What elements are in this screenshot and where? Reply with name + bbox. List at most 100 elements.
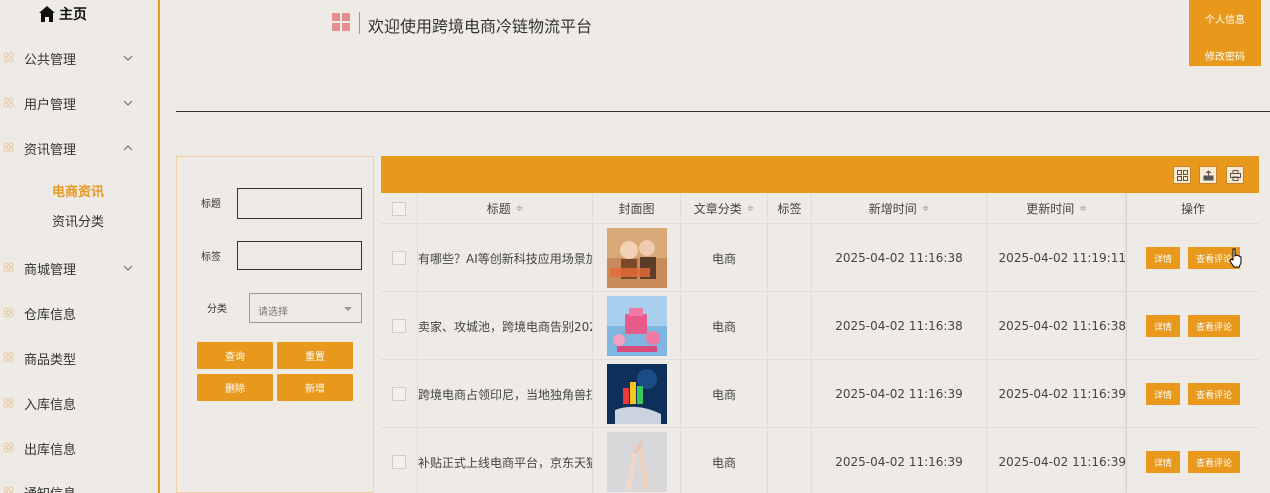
sidebar-item-label: 商城管理 bbox=[24, 262, 77, 278]
title-filter-label: 标题 bbox=[201, 199, 221, 210]
cover-cell bbox=[593, 224, 681, 292]
add-button[interactable]: 新增 bbox=[277, 374, 353, 401]
tag-cell bbox=[768, 292, 812, 360]
column-header-label: 操作 bbox=[1180, 201, 1205, 216]
sidebar-item-label: 用户管理 bbox=[24, 97, 77, 113]
row-checkbox[interactable] bbox=[392, 251, 406, 265]
column-header-cover: 封面图 bbox=[593, 193, 681, 224]
column-header-label: 更新时间 bbox=[1026, 202, 1075, 216]
row-checkbox[interactable] bbox=[392, 455, 406, 469]
cover-image[interactable] bbox=[606, 228, 667, 288]
tag-filter-input[interactable] bbox=[237, 241, 362, 270]
cover-cell bbox=[593, 360, 681, 428]
updated-time-cell: 2025-04-02 11:16:39 bbox=[987, 428, 1127, 493]
select-all-checkbox[interactable] bbox=[392, 201, 406, 216]
export-button[interactable] bbox=[1199, 166, 1217, 184]
cover-image[interactable] bbox=[606, 364, 667, 424]
print-button[interactable] bbox=[1226, 166, 1244, 184]
category-select[interactable]: 请选择 bbox=[249, 293, 362, 323]
cover-image[interactable] bbox=[606, 296, 667, 356]
reset-button[interactable]: 重置 bbox=[277, 342, 353, 369]
detail-button[interactable]: 详情 bbox=[1146, 315, 1180, 337]
title-cell: 有哪些？AI等创新科技应用场景加速 bbox=[418, 224, 593, 292]
sidebar-item-inbound[interactable]: 入库信息 bbox=[0, 391, 158, 415]
category-cell: 电商 bbox=[681, 360, 768, 428]
row-checkbox[interactable] bbox=[392, 319, 406, 333]
grid-icon bbox=[3, 142, 14, 153]
row-select-cell bbox=[381, 360, 418, 428]
grid-icon bbox=[3, 442, 14, 453]
user-menu: 个人信息 修改密码 bbox=[1189, 0, 1261, 66]
updated-time-cell: 2025-04-02 11:16:38 bbox=[987, 292, 1127, 360]
column-header-updated[interactable]: 更新时间 ≑ bbox=[987, 193, 1127, 224]
column-header-label: 文章分类 bbox=[693, 202, 742, 216]
sort-icon: ≑ bbox=[515, 203, 524, 214]
column-header-category[interactable]: 文章分类 ≑ bbox=[681, 193, 768, 224]
category-select-placeholder: 请选择 bbox=[258, 307, 288, 318]
title-cell: 跨境电商占领印尼，当地独角兽扛不住 bbox=[418, 360, 593, 428]
tag-filter-label: 标签 bbox=[201, 252, 221, 263]
sidebar-subitem-ecommerce-news[interactable]: 电商资讯 bbox=[52, 181, 104, 200]
sidebar-item-label: 通知信息 bbox=[24, 483, 76, 493]
category-cell: 电商 bbox=[681, 292, 768, 360]
grid-icon bbox=[3, 262, 14, 273]
query-button[interactable]: 查询 bbox=[197, 342, 273, 369]
page-title: 欢迎使用跨境电商冷链物流平台 bbox=[368, 17, 593, 36]
sidebar-item-warehouse[interactable]: 仓库信息 bbox=[0, 301, 158, 325]
change-password-button[interactable]: 修改密码 bbox=[1189, 48, 1261, 63]
home-link[interactable]: 主页 bbox=[38, 2, 87, 26]
delete-button[interactable]: 删除 bbox=[197, 374, 273, 401]
cover-cell bbox=[593, 292, 681, 360]
profile-button[interactable]: 个人信息 bbox=[1189, 11, 1261, 26]
operations-column: 操作 详情 查看评论 详情 查看评论 详情 查看评论 详情 查看评论 bbox=[1127, 193, 1259, 493]
view-comments-button[interactable]: 查看评论 bbox=[1188, 383, 1240, 405]
title-filter-input[interactable] bbox=[237, 188, 362, 219]
created-time-cell: 2025-04-02 11:16:39 bbox=[812, 428, 987, 493]
created-time-cell: 2025-04-02 11:16:39 bbox=[812, 360, 987, 428]
operations-cell: 详情 查看评论 bbox=[1127, 428, 1259, 493]
sort-icon: ≑ bbox=[746, 203, 755, 214]
row-checkbox[interactable] bbox=[392, 387, 406, 401]
sidebar-subitem-news-category[interactable]: 资讯分类 bbox=[52, 211, 104, 230]
detail-button[interactable]: 详情 bbox=[1146, 247, 1180, 269]
header-divider bbox=[359, 12, 360, 34]
sidebar-item-users[interactable]: 用户管理 bbox=[0, 91, 158, 115]
column-header-operations: 操作 bbox=[1127, 193, 1259, 224]
column-header-title[interactable]: 标题 ≑ bbox=[418, 193, 593, 224]
cover-image[interactable] bbox=[606, 432, 667, 492]
sidebar-item-public[interactable]: 公共管理 bbox=[0, 46, 158, 70]
hand-cursor-icon bbox=[1229, 248, 1242, 268]
sidebar-item-label: 公共管理 bbox=[24, 52, 77, 68]
sidebar-item-news[interactable]: 资讯管理 bbox=[0, 136, 158, 160]
grid-icon bbox=[3, 307, 14, 318]
detail-button[interactable]: 详情 bbox=[1146, 383, 1180, 405]
grid-icon bbox=[3, 52, 14, 63]
chevron-up-icon bbox=[123, 145, 133, 151]
print-icon bbox=[1229, 169, 1241, 181]
grid-icon bbox=[3, 397, 14, 408]
news-table: 标题 ≑ 封面图 文章分类 ≑ 标签 新增时间 ≑ 更新时间 ≑ 有哪些？AI等创新科技… bbox=[381, 156, 1259, 493]
chevron-down-icon bbox=[123, 100, 133, 106]
view-comments-button[interactable]: 查看评论 bbox=[1188, 315, 1240, 337]
home-icon bbox=[39, 6, 55, 22]
table-toolbar bbox=[381, 156, 1259, 193]
column-header-tag: 标签 bbox=[768, 193, 812, 224]
operations-cell: 详情 查看评论 bbox=[1127, 360, 1259, 428]
updated-time-cell: 2025-04-02 11:16:39 bbox=[987, 360, 1127, 428]
updated-time-cell: 2025-04-02 11:19:11 bbox=[987, 224, 1127, 292]
column-header-created[interactable]: 新增时间 ≑ bbox=[812, 193, 987, 224]
category-cell: 电商 bbox=[681, 428, 768, 493]
view-comments-button[interactable]: 查看评论 bbox=[1188, 451, 1240, 473]
tag-cell bbox=[768, 428, 812, 493]
sidebar-item-mall[interactable]: 商城管理 bbox=[0, 256, 158, 280]
detail-button[interactable]: 详情 bbox=[1146, 451, 1180, 473]
sidebar-item-product-type[interactable]: 商品类型 bbox=[0, 346, 158, 370]
row-select-cell bbox=[381, 292, 418, 360]
chevron-down-icon bbox=[123, 55, 133, 61]
sidebar-item-label: 仓库信息 bbox=[24, 307, 77, 323]
sidebar-item-label: 出库信息 bbox=[24, 442, 77, 458]
sidebar-item-notice[interactable]: 通知信息 bbox=[0, 480, 158, 493]
sidebar-item-outbound[interactable]: 出库信息 bbox=[0, 436, 158, 460]
columns-toggle-button[interactable] bbox=[1173, 166, 1191, 184]
columns-icon bbox=[1176, 169, 1188, 181]
